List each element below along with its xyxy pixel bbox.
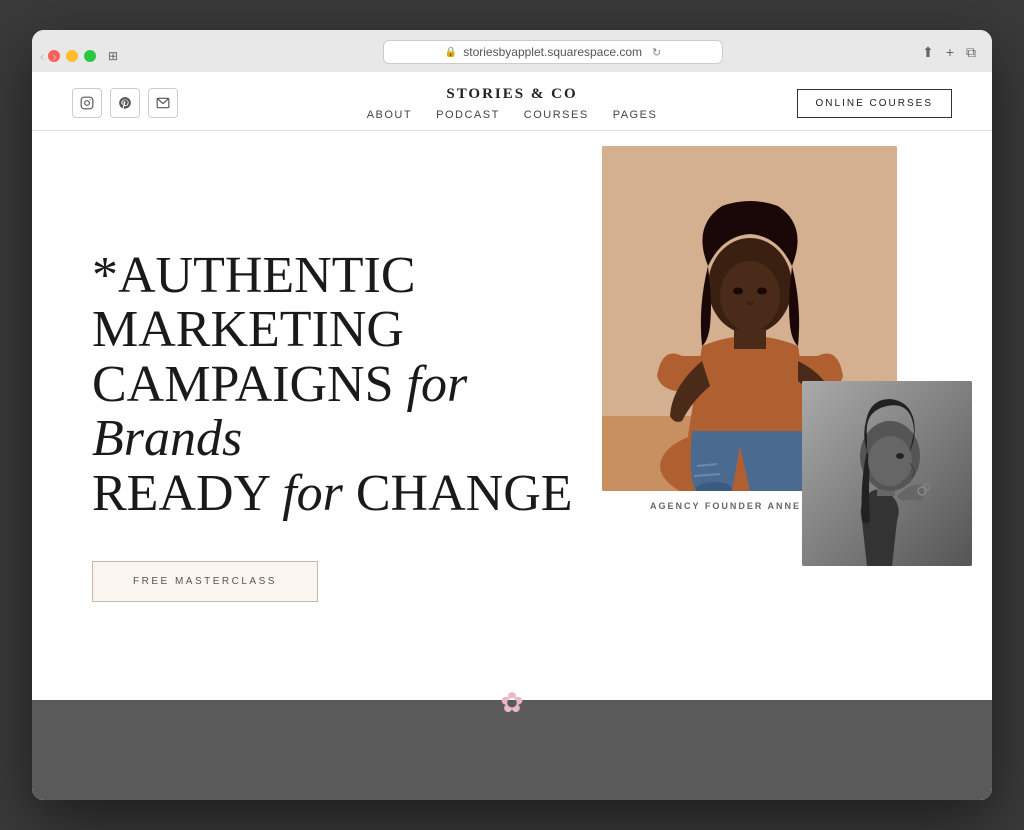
website: STORIES & CO ABOUT PODCAST COURSES PAGES… — [32, 72, 992, 800]
forward-button[interactable]: › — [52, 49, 56, 64]
back-button[interactable]: ‹ — [40, 49, 44, 64]
browser-window: ⊞ ‹ › 🔒 storiesbyapplet.squarespace.com … — [32, 30, 992, 800]
brand-name: STORIES & CO — [367, 86, 658, 103]
instagram-icon-button[interactable] — [72, 88, 102, 118]
address-bar[interactable]: 🔒 storiesbyapplet.squarespace.com ↻ — [383, 40, 723, 64]
new-tab-icon[interactable]: + — [946, 44, 954, 61]
email-icon-button[interactable] — [148, 88, 178, 118]
site-nav: ABOUT PODCAST COURSES PAGES — [367, 109, 658, 121]
online-courses-button[interactable]: ONLINE COURSES — [797, 89, 952, 118]
social-icons — [72, 88, 178, 118]
lock-icon: 🔒 — [445, 47, 457, 58]
site-header: STORIES & CO ABOUT PODCAST COURSES PAGES… — [32, 72, 992, 131]
share-icon[interactable]: ⬆ — [922, 44, 934, 61]
site-brand: STORIES & CO ABOUT PODCAST COURSES PAGES — [367, 86, 658, 121]
maximize-button[interactable] — [84, 50, 96, 62]
browser-actions: ⬆ + ⧉ — [922, 44, 976, 61]
sidebar-toggle-icon[interactable]: ⊞ — [108, 49, 118, 63]
hero-headline: *AUTHENTIC MARKETINGCAMPAIGNS for Brands… — [92, 249, 592, 522]
bottom-section: ✿ — [32, 700, 992, 800]
nav-arrows: ‹ › — [40, 49, 57, 64]
pinterest-icon-button[interactable] — [110, 88, 140, 118]
browser-chrome: ⊞ ‹ › 🔒 storiesbyapplet.squarespace.com … — [32, 30, 992, 72]
nav-about[interactable]: ABOUT — [367, 109, 412, 121]
headline-line1: *AUTHENTIC MARKETINGCAMPAIGNS for Brands… — [92, 247, 573, 522]
nav-podcast[interactable]: PODCAST — [436, 109, 500, 121]
free-masterclass-button[interactable]: FREE MASTERCLASS — [92, 561, 318, 602]
tabs-icon[interactable]: ⧉ — [966, 44, 976, 61]
minimize-button[interactable] — [66, 50, 78, 62]
nav-pages[interactable]: PAGES — [613, 109, 658, 121]
nav-courses[interactable]: COURSES — [524, 109, 589, 121]
hero-section: *AUTHENTIC MARKETINGCAMPAIGNS for Brands… — [32, 131, 992, 700]
reload-icon[interactable]: ↻ — [652, 46, 661, 59]
url-text: storiesbyapplet.squarespace.com — [463, 45, 642, 59]
window-controls: ⊞ — [108, 49, 118, 63]
hero-left: *AUTHENTIC MARKETINGCAMPAIGNS for Brands… — [32, 131, 992, 700]
